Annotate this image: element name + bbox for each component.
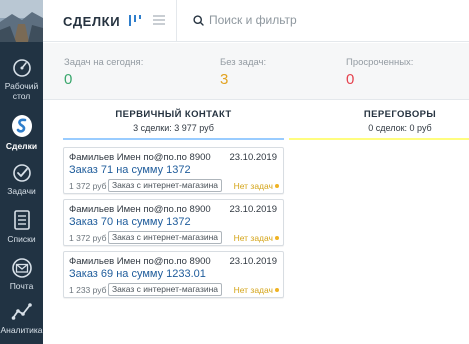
deal-status: Нет задач [233,181,273,191]
deal-title-link[interactable]: Заказ 70 на сумму 1372 [69,216,191,228]
deal-price: 1 233 руб [69,285,107,295]
stat-value: 3 [220,71,229,88]
deal-price: 1 372 руб [69,233,107,243]
search-placeholder: Поиск и фильтр [209,13,297,27]
deal-title-link[interactable]: Заказ 69 на сумму 1233.01 [69,268,206,280]
sidebar-item-mail[interactable]: Почта [0,258,43,291]
sidebar-item-label: стол [12,91,31,101]
stat-label: Задач на сегодня: [64,57,144,68]
search-filter-input[interactable]: Поиск и фильтр [193,13,297,27]
stat-label: Просроченных: [346,57,414,68]
deal-contact[interactable]: Фамильев Имен по@по.по 8900 [69,152,211,163]
deal-card[interactable]: Фамильев Имен по@по.по 8900 23.10.2019 З… [63,147,284,194]
sidebar-item-tasks[interactable]: Задачи [0,163,43,196]
deal-date: 23.10.2019 [229,152,277,163]
speedometer-icon [12,59,31,77]
sidebar-item-label: Почта [9,281,34,291]
stat-label: Без задач: [220,57,267,68]
stat-value: 0 [346,71,355,88]
status-dot-icon [275,288,279,292]
sidebar-item-lists[interactable]: Списки [0,209,43,244]
sidebar-item-analytics[interactable]: Аналитика [0,302,43,335]
deal-contact[interactable]: Фамильев Имен по@по.по 8900 [69,256,211,267]
stat-value: 0 [64,71,73,88]
deals-icon [11,115,32,137]
stat-no-tasks: Без задач: 3 [220,57,266,88]
pipeline-column-header[interactable]: ПЕРВИЧНЫЙ КОНТАКТ 3 сделки: 3 977 руб [63,100,284,140]
status-dot-icon [275,184,279,188]
sidebar-item-label: Рабочий [4,81,39,91]
deal-tag[interactable]: Заказ с интернет-магазина [108,283,223,296]
sidebar-item-dashboard[interactable]: Рабочий стол [0,58,43,101]
pipeline-column-header[interactable]: ПЕРЕГОВОРЫ 0 сделок: 0 руб [289,100,469,140]
list-view-icon[interactable] [151,12,167,28]
deal-contact[interactable]: Фамильев Имен по@по.по 8900 [69,204,211,215]
deal-price: 1 372 руб [69,181,107,191]
top-header: СДЕЛКИ Поиск и фильтр [43,0,469,42]
sidebar-item-label: Задачи [7,186,36,196]
status-dot-icon [275,236,279,240]
lists-icon [13,210,30,230]
tasks-check-icon [12,164,31,182]
sidebar-item-label: Аналитика [0,325,43,335]
column-color-bar [63,138,284,140]
column-summary: 0 сделок: 0 руб [368,123,432,133]
search-icon [193,14,204,26]
column-name: ПЕРВИЧНЫЙ КОНТАКТ [115,109,232,120]
analytics-icon [11,303,32,320]
deal-status: Нет задач [233,233,273,243]
column-summary: 3 сделки: 3 977 руб [133,123,214,133]
sidebar-item-label: Списки [7,234,36,244]
deal-tag[interactable]: Заказ с интернет-магазина [108,179,223,192]
sidebar-item-label: Сделки [5,141,38,151]
deal-date: 23.10.2019 [229,256,277,267]
deal-card[interactable]: Фамильев Имен по@по.по 8900 23.10.2019 З… [63,199,284,246]
column-color-bar [289,138,469,140]
deal-status: Нет задач [233,285,273,295]
page-title: СДЕЛКИ [63,14,121,29]
left-sidebar: Рабочий стол Сделки Задачи Списки Почта … [0,0,43,344]
column-name: ПЕРЕГОВОРЫ [363,109,437,120]
tasks-summary: Задач на сегодня: 0 Без задач: 3 Просроч… [43,43,469,100]
deal-date: 23.10.2019 [229,204,277,215]
pipeline-view-icon[interactable] [127,12,143,28]
stat-overdue: Просроченных: 0 [346,57,413,88]
user-avatar[interactable] [0,0,43,42]
deal-tag[interactable]: Заказ с интернет-магазина [108,231,223,244]
sidebar-item-deals[interactable]: Сделки [0,114,43,151]
deal-title-link[interactable]: Заказ 71 на сумму 1372 [69,164,191,176]
mail-icon [11,258,32,278]
stat-today: Задач на сегодня: 0 [64,57,143,88]
header-divider [176,0,177,42]
deal-card[interactable]: Фамильев Имен по@по.по 8900 23.10.2019 З… [63,251,284,298]
